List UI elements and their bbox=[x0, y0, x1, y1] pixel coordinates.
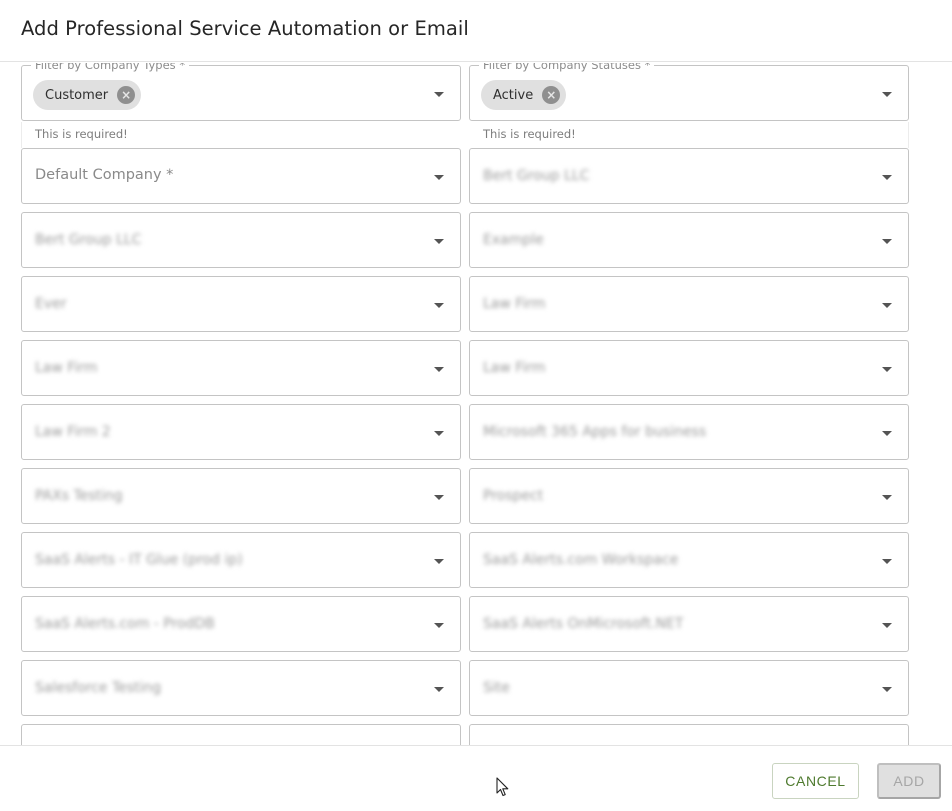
caret-down-icon[interactable] bbox=[434, 367, 444, 372]
mapping-select[interactable]: Microsoft 365 Apps for business bbox=[469, 404, 909, 460]
default-company-select[interactable]: Default Company * bbox=[21, 148, 461, 204]
dialog-title: Add Professional Service Automation or E… bbox=[21, 17, 469, 40]
mapping-select[interactable] bbox=[21, 724, 461, 745]
mapping-select[interactable]: Law Firm 2 bbox=[21, 404, 461, 460]
company-statuses-helper: This is required! bbox=[483, 127, 576, 141]
mapping-select[interactable]: SaaS Alerts OnMicrosoft.NET bbox=[469, 596, 909, 652]
mapping-value: Law Firm bbox=[483, 360, 546, 376]
mapping-value: Microsoft 365 Apps for business bbox=[483, 424, 707, 440]
chip-label: Active bbox=[493, 87, 534, 103]
mapping-value: SaaS Alerts OnMicrosoft.NET bbox=[483, 616, 684, 632]
dialog-footer: CANCEL ADD bbox=[0, 745, 952, 811]
mapping-value: Law Firm bbox=[35, 360, 98, 376]
mapping-select[interactable]: Bert Group LLC bbox=[469, 148, 909, 204]
mapping-value: SaaS Alerts - IT Glue (prod ip) bbox=[35, 552, 243, 568]
caret-down-icon[interactable] bbox=[882, 687, 892, 692]
close-circle-icon[interactable]: × bbox=[542, 86, 561, 104]
caret-down-icon[interactable] bbox=[882, 175, 892, 180]
mapping-select[interactable]: PAXs Testing bbox=[21, 468, 461, 524]
close-circle-icon[interactable]: × bbox=[117, 86, 136, 104]
chip-customer[interactable]: Customer × bbox=[33, 80, 142, 110]
mapping-select[interactable]: Law Firm bbox=[469, 276, 909, 332]
mapping-select[interactable]: Prospect bbox=[469, 468, 909, 524]
caret-down-icon[interactable] bbox=[882, 303, 892, 308]
mapping-select[interactable]: SaaS Alerts.com Workspace bbox=[469, 532, 909, 588]
mapping-select[interactable]: Example bbox=[469, 212, 909, 268]
mapping-select[interactable]: Law Firm bbox=[469, 340, 909, 396]
caret-down-icon[interactable] bbox=[882, 239, 892, 244]
mapping-select[interactable]: Bert Group LLC bbox=[21, 212, 461, 268]
company-types-helper: This is required! bbox=[35, 127, 128, 141]
caret-down-icon[interactable] bbox=[882, 431, 892, 436]
mapping-value: Salesforce Testing bbox=[35, 680, 162, 696]
company-types-filter[interactable]: Filter by Company Types * Customer × bbox=[21, 63, 461, 121]
mapping-select[interactable]: Ever bbox=[21, 276, 461, 332]
caret-down-icon[interactable] bbox=[882, 623, 892, 628]
mapping-value: Bert Group LLC bbox=[483, 168, 590, 184]
mapping-value: Ever bbox=[35, 296, 67, 312]
mapping-value: PAXs Testing bbox=[35, 488, 123, 504]
caret-down-icon[interactable] bbox=[434, 687, 444, 692]
mapping-select[interactable]: Law Firm bbox=[21, 340, 461, 396]
mapping-value: Prospect bbox=[483, 488, 544, 504]
company-types-label: Filter by Company Types * bbox=[31, 63, 190, 72]
mapping-value: Law Firm bbox=[483, 296, 546, 312]
mapping-value: Site bbox=[483, 680, 510, 696]
caret-down-icon[interactable] bbox=[882, 495, 892, 500]
default-company-placeholder: Default Company * bbox=[35, 167, 174, 183]
mapping-select[interactable] bbox=[469, 724, 909, 745]
mapping-select[interactable]: SaaS Alerts.com - ProdDB bbox=[21, 596, 461, 652]
chip-label: Customer bbox=[45, 87, 109, 103]
company-statuses-label: Filter by Company Statuses * bbox=[479, 63, 655, 72]
mapping-value: Example bbox=[483, 232, 544, 248]
caret-down-icon[interactable] bbox=[882, 559, 892, 564]
caret-down-icon[interactable] bbox=[434, 495, 444, 500]
mapping-select[interactable]: Site bbox=[469, 660, 909, 716]
caret-down-icon[interactable] bbox=[434, 303, 444, 308]
caret-down-icon[interactable] bbox=[434, 92, 444, 97]
helper-row bbox=[21, 122, 909, 148]
mouse-pointer-icon bbox=[496, 777, 509, 797]
mapping-select[interactable]: SaaS Alerts - IT Glue (prod ip) bbox=[21, 532, 461, 588]
caret-down-icon[interactable] bbox=[434, 239, 444, 244]
dialog-header: Add Professional Service Automation or E… bbox=[0, 0, 952, 62]
mapping-value: Law Firm 2 bbox=[35, 424, 111, 440]
mapping-value: SaaS Alerts.com Workspace bbox=[483, 552, 679, 568]
mapping-value: SaaS Alerts.com - ProdDB bbox=[35, 616, 215, 632]
caret-down-icon[interactable] bbox=[882, 367, 892, 372]
caret-down-icon[interactable] bbox=[882, 92, 892, 97]
cancel-button[interactable]: CANCEL bbox=[772, 763, 859, 799]
mapping-select[interactable]: Salesforce Testing bbox=[21, 660, 461, 716]
add-button[interactable]: ADD bbox=[877, 763, 941, 799]
caret-down-icon[interactable] bbox=[434, 559, 444, 564]
caret-down-icon[interactable] bbox=[434, 175, 444, 180]
caret-down-icon[interactable] bbox=[434, 431, 444, 436]
mapping-value: Bert Group LLC bbox=[35, 232, 142, 248]
chip-active[interactable]: Active × bbox=[481, 80, 567, 110]
company-statuses-filter[interactable]: Filter by Company Statuses * Active × bbox=[469, 63, 909, 121]
dialog-body[interactable]: Filter by Company Types * Customer × Fil… bbox=[0, 63, 952, 745]
caret-down-icon[interactable] bbox=[434, 623, 444, 628]
